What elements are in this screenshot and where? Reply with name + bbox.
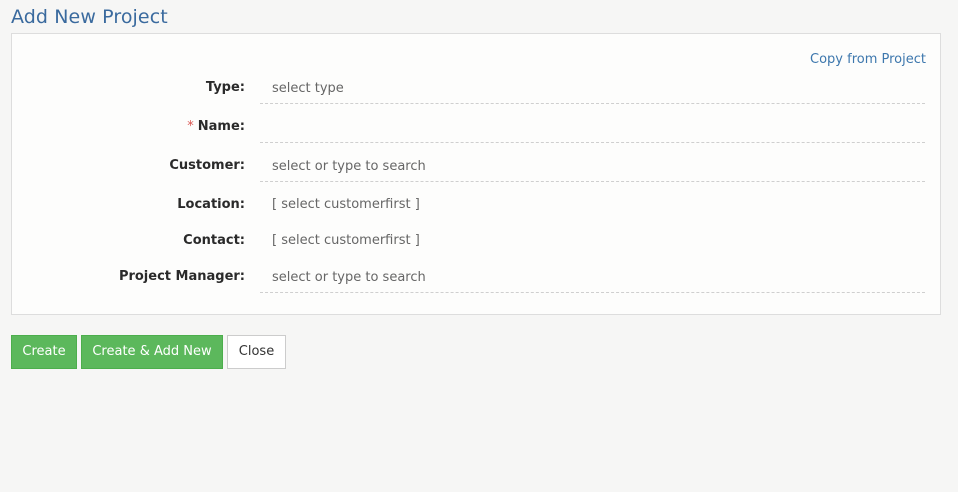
customer-search-input[interactable]: select or type to search xyxy=(260,153,925,182)
type-label: Type: xyxy=(205,80,245,95)
name-label: * Name: xyxy=(12,119,245,134)
type-select[interactable]: select type xyxy=(260,75,925,104)
add-project-form: Copy from Project Type: select type * Nam… xyxy=(11,33,941,315)
project-manager-label: Project Manager: xyxy=(118,269,245,284)
page-title: Add New Project xyxy=(11,6,168,28)
location-value: [ select customerfirst ] xyxy=(272,197,420,212)
name-label-text: Name: xyxy=(197,119,245,134)
create-and-add-new-button[interactable]: Create & Add New xyxy=(81,335,223,369)
close-button[interactable]: Close xyxy=(227,335,286,369)
contact-value: [ select customerfirst ] xyxy=(272,233,420,248)
contact-label: Contact: xyxy=(183,233,245,248)
project-manager-search-input[interactable]: select or type to search xyxy=(260,264,925,293)
location-label: Location: xyxy=(177,197,245,212)
required-marker: * xyxy=(187,119,194,134)
customer-label: Customer: xyxy=(169,158,245,173)
copy-from-project-link[interactable]: Copy from Project xyxy=(810,52,926,67)
name-input[interactable] xyxy=(260,114,925,143)
create-button[interactable]: Create xyxy=(11,335,77,369)
